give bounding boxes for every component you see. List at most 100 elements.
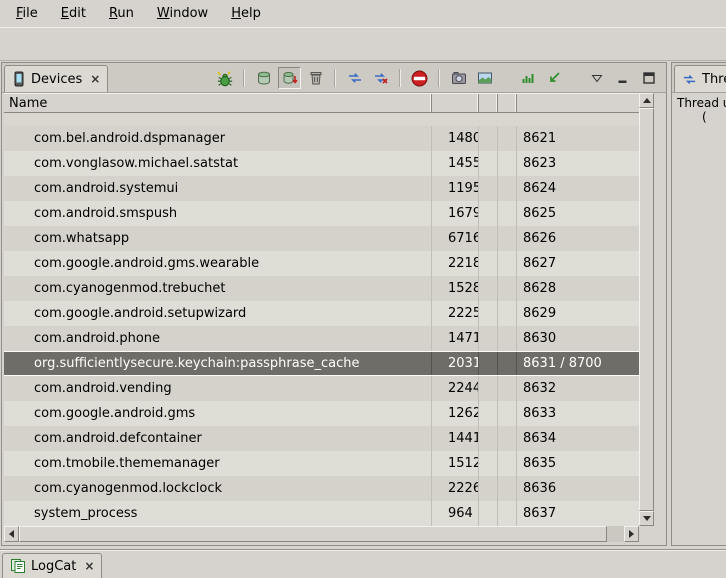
process-row[interactable]: com.google.android.gms.wearable221858627 bbox=[4, 251, 639, 276]
process-cell-c1 bbox=[479, 451, 498, 476]
process-cell-pid: 12623 bbox=[432, 401, 479, 426]
process-row[interactable]: com.bel.android.dspmanager14808621 bbox=[4, 126, 639, 151]
process-cell-pid: 22250 bbox=[432, 301, 479, 326]
column-header-port[interactable] bbox=[517, 94, 639, 112]
process-cell-c2 bbox=[498, 176, 517, 201]
process-cell-port: 8629 bbox=[517, 301, 639, 326]
vertical-scrollbar[interactable] bbox=[639, 93, 654, 526]
maximize-icon[interactable] bbox=[637, 67, 660, 89]
process-row[interactable]: com.android.systemui11958624 bbox=[4, 176, 639, 201]
process-row[interactable]: com.android.defcontainer144118634 bbox=[4, 426, 639, 451]
process-cell-name: com.cyanogenmod.lockclock bbox=[4, 476, 432, 501]
arrow-left-icon bbox=[5, 530, 14, 538]
process-cell-port: 8623 bbox=[517, 151, 639, 176]
devices-view: Devices × bbox=[1, 62, 667, 546]
tab-devices-label: Devices bbox=[31, 72, 82, 87]
process-cell-pid: 1471 bbox=[432, 326, 479, 351]
process-cell-c1 bbox=[479, 176, 498, 201]
process-cell-c1 bbox=[479, 352, 498, 375]
partial-row bbox=[4, 113, 639, 126]
arrow-up-icon bbox=[643, 94, 651, 103]
menu-file[interactable]: File bbox=[6, 2, 51, 25]
process-cell-pid: 22265 bbox=[432, 476, 479, 501]
menu-edit[interactable]: Edit bbox=[51, 2, 99, 25]
process-cell-c2 bbox=[498, 226, 517, 251]
toolbar-separator bbox=[438, 69, 440, 87]
process-cell-pid: 22185 bbox=[432, 251, 479, 276]
process-row[interactable]: com.whatsapp67168626 bbox=[4, 226, 639, 251]
process-cell-name: com.cyanogenmod.trebuchet bbox=[4, 276, 432, 301]
process-cell-port: 8636 bbox=[517, 476, 639, 501]
process-cell-c2 bbox=[498, 426, 517, 451]
view-hierarchy-icon[interactable] bbox=[473, 67, 496, 89]
process-cell-port: 8624 bbox=[517, 176, 639, 201]
update-threads-icon[interactable] bbox=[343, 67, 366, 89]
menubar: File Edit Run Window Help bbox=[0, 0, 726, 27]
process-cell-c2 bbox=[498, 276, 517, 301]
tab-logcat[interactable]: LogCat × bbox=[2, 553, 102, 578]
process-row[interactable]: com.android.vending224408632 bbox=[4, 376, 639, 401]
view-menu-icon[interactable] bbox=[585, 67, 608, 89]
trace-arrow-icon[interactable] bbox=[542, 67, 565, 89]
process-cell-name: com.bel.android.dspmanager bbox=[4, 126, 432, 151]
process-row[interactable]: com.cyanogenmod.lockclock22265 8636 bbox=[4, 476, 639, 501]
process-cell-pid: 1512 bbox=[432, 451, 479, 476]
toolbar-separator bbox=[243, 69, 245, 87]
vertical-scroll-thumb[interactable] bbox=[639, 108, 654, 511]
process-row[interactable]: com.vonglasow.michael.satstat145538623 bbox=[4, 151, 639, 176]
process-cell-pid: 20311 bbox=[432, 352, 479, 375]
scroll-right-button[interactable] bbox=[624, 526, 639, 542]
method-profiling-icon[interactable] bbox=[369, 67, 392, 89]
toolbar-separator bbox=[334, 69, 336, 87]
dump-hprof-icon[interactable] bbox=[278, 67, 301, 89]
minimize-icon[interactable] bbox=[611, 67, 634, 89]
process-cell-name: com.vonglasow.michael.satstat bbox=[4, 151, 432, 176]
bottom-view-bar: LogCat × bbox=[0, 549, 726, 577]
tab-devices[interactable]: Devices × bbox=[4, 65, 108, 92]
column-header-1[interactable] bbox=[479, 94, 498, 112]
process-cell-c2 bbox=[498, 201, 517, 226]
process-cell-port: 8627 bbox=[517, 251, 639, 276]
process-row[interactable]: com.google.android.gms126238633 bbox=[4, 401, 639, 426]
process-cell-name: com.android.phone bbox=[4, 326, 432, 351]
tab-threads[interactable]: Threads × bbox=[674, 65, 726, 92]
column-header-pid[interactable] bbox=[432, 94, 479, 112]
process-cell-c2 bbox=[498, 501, 517, 526]
scroll-left-button[interactable] bbox=[4, 526, 19, 542]
column-header-2[interactable] bbox=[498, 94, 517, 112]
process-row[interactable]: com.tmobile.thememanager15128635 bbox=[4, 451, 639, 476]
process-row[interactable]: com.android.phone1471 8630 bbox=[4, 326, 639, 351]
close-icon[interactable]: × bbox=[81, 559, 94, 573]
threads-icon bbox=[682, 72, 697, 87]
menu-help[interactable]: Help bbox=[221, 2, 274, 25]
process-row[interactable]: com.cyanogenmod.trebuchet15288628 bbox=[4, 276, 639, 301]
scroll-down-button[interactable] bbox=[639, 511, 654, 526]
process-cell-c2 bbox=[498, 451, 517, 476]
process-cell-c1 bbox=[479, 426, 498, 451]
stop-process-icon[interactable] bbox=[408, 67, 431, 89]
menu-window[interactable]: Window bbox=[147, 2, 221, 25]
process-row[interactable]: com.google.android.setupwizard222508629 bbox=[4, 301, 639, 326]
process-cell-pid: 1528 bbox=[432, 276, 479, 301]
process-cell-port: 8631 / 8700 bbox=[517, 352, 639, 375]
process-cell-port: 8630 bbox=[517, 326, 639, 351]
process-row[interactable]: org.sufficientlysecure.keychain:passphra… bbox=[4, 351, 639, 376]
menu-run[interactable]: Run bbox=[99, 2, 147, 25]
cause-gc-icon[interactable] bbox=[304, 67, 327, 89]
process-cell-pid: 22440 bbox=[432, 376, 479, 401]
process-cell-port: 8634 bbox=[517, 426, 639, 451]
process-row[interactable]: com.android.smspush16798625 bbox=[4, 201, 639, 226]
horizontal-scrollbar[interactable] bbox=[4, 526, 639, 542]
update-heap-icon[interactable] bbox=[252, 67, 275, 89]
device-icon bbox=[12, 71, 26, 87]
column-header-name[interactable]: Name bbox=[4, 94, 432, 112]
process-row[interactable]: system_process9648637 bbox=[4, 501, 639, 526]
scroll-up-button[interactable] bbox=[639, 93, 654, 108]
close-icon[interactable]: × bbox=[87, 72, 100, 86]
process-cell-c2 bbox=[498, 126, 517, 151]
process-cell-port: 8635 bbox=[517, 451, 639, 476]
debug-icon[interactable] bbox=[213, 67, 236, 89]
screen-capture-icon[interactable] bbox=[447, 67, 470, 89]
horizontal-scroll-thumb[interactable] bbox=[19, 526, 607, 542]
systrace-icon[interactable] bbox=[516, 67, 539, 89]
